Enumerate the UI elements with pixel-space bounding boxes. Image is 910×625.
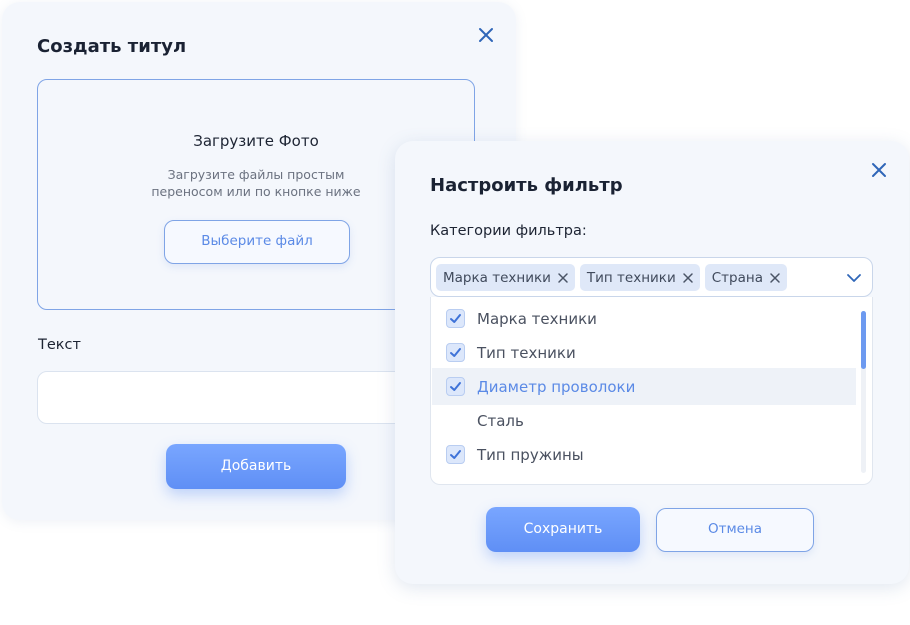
add-button[interactable]: Добавить — [166, 444, 346, 489]
checkmark-icon — [450, 382, 461, 391]
option-label: Сталь — [477, 411, 524, 430]
close-icon[interactable] — [476, 25, 496, 45]
tag-remove-icon[interactable] — [769, 272, 781, 284]
tag-remove-icon[interactable] — [557, 272, 569, 284]
choose-file-button[interactable]: Выберите файл — [164, 220, 350, 264]
tag-chip: Тип техники — [579, 264, 700, 291]
checkmark-icon — [450, 450, 461, 459]
filter-dialog-heading: Настроить фильтр — [430, 175, 623, 196]
tag-label: Марка техники — [443, 269, 551, 286]
list-item[interactable]: Тип техники — [432, 334, 856, 371]
checkmark-icon — [450, 348, 461, 357]
option-label: Тип пружины — [477, 445, 584, 464]
create-title-heading: Создать титул — [37, 36, 187, 57]
checkbox[interactable] — [446, 445, 465, 464]
filter-categories-select[interactable]: Марка техники Тип техники Страна — [430, 257, 873, 297]
tag-remove-icon[interactable] — [682, 272, 694, 284]
cancel-button[interactable]: Отмена — [656, 508, 814, 552]
selected-tags: Марка техники Тип техники Страна — [436, 264, 787, 291]
text-field-label: Текст — [38, 337, 81, 353]
filter-categories-label: Категории фильтра: — [430, 223, 587, 239]
close-icon[interactable] — [869, 160, 889, 180]
checkbox[interactable] — [446, 343, 465, 362]
list-item[interactable]: Сталь — [432, 402, 856, 439]
option-label: Тип техники — [477, 343, 576, 362]
list-item[interactable]: Тип пружины — [432, 436, 856, 473]
scrollbar-thumb[interactable] — [861, 311, 866, 369]
list-item[interactable]: Диаметр проволоки — [432, 368, 856, 405]
tag-chip: Марка техники — [436, 264, 575, 291]
checkmark-icon — [450, 314, 461, 323]
option-label: Марка техники — [477, 309, 597, 328]
filter-settings-dialog: Настроить фильтр Категории фильтра: Марк… — [395, 141, 909, 584]
tag-chip: Страна — [704, 264, 787, 291]
save-button[interactable]: Сохранить — [486, 507, 640, 552]
tag-label: Тип техники — [586, 269, 676, 286]
option-label: Диаметр проволоки — [477, 377, 636, 396]
checkbox[interactable] — [446, 309, 465, 328]
tag-label: Страна — [711, 269, 763, 286]
checkbox[interactable] — [446, 377, 465, 396]
chevron-down-icon[interactable] — [845, 269, 863, 287]
filter-options-list: Марка техники Тип техники Диаметр провол… — [430, 297, 873, 485]
list-item[interactable]: Марка техники — [432, 300, 856, 337]
